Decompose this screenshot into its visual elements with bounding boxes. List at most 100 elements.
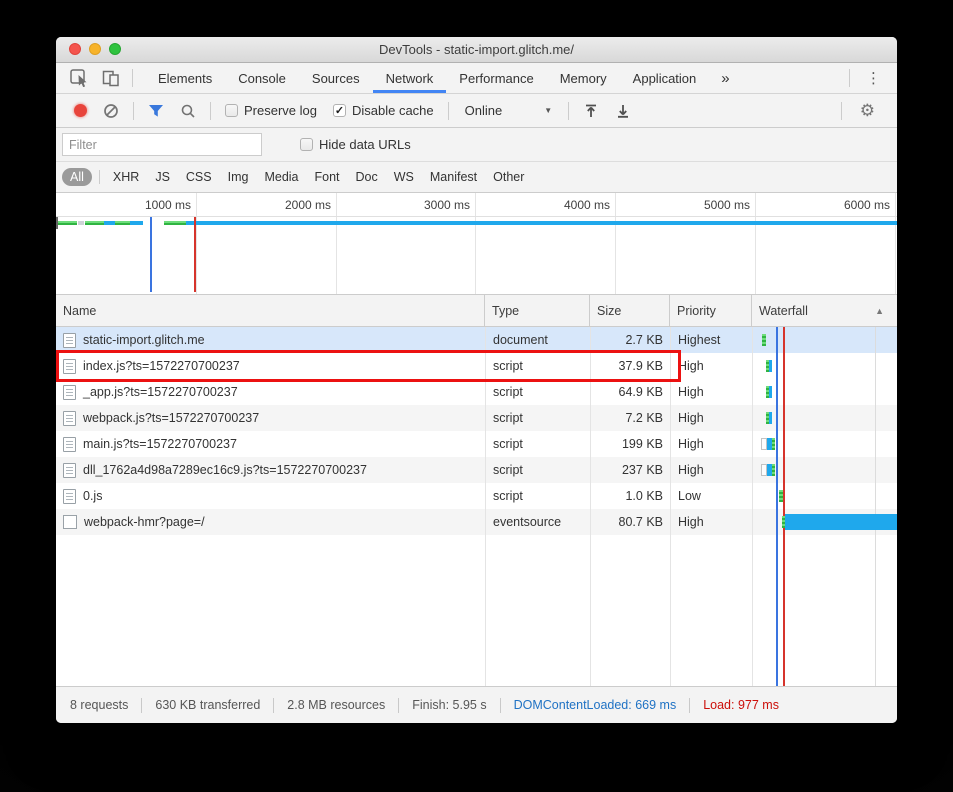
document-icon [63, 410, 76, 426]
requests-table-header: Name Type Size Priority Waterfall ▲ [56, 295, 897, 327]
network-request-row[interactable]: static-import.glitch.me document 2.7 KB Hig… [56, 327, 897, 353]
request-priority-cell: High [678, 359, 704, 373]
filter-pill-js[interactable]: JS [147, 168, 178, 186]
network-request-row[interactable]: dll_1762a4d98a7289ec16c9.js?ts=157227070… [56, 457, 897, 483]
request-size-cell: 37.9 KB [618, 359, 663, 373]
filter-pill-media[interactable]: Media [256, 168, 306, 186]
column-header-type[interactable]: Type [485, 295, 590, 326]
load-event-line [194, 217, 196, 292]
filter-pill-all[interactable]: All [62, 168, 92, 186]
device-toolbar-icon [102, 70, 119, 86]
timeline-tick-label: 1000 ms [144, 198, 191, 212]
column-header-waterfall[interactable]: Waterfall ▲ [752, 295, 897, 326]
filter-pill-manifest[interactable]: Manifest [422, 168, 485, 186]
pill-separator [98, 170, 100, 184]
filter-pill-other[interactable]: Other [485, 168, 532, 186]
tab-application[interactable]: Application [620, 63, 710, 93]
more-tabs-button[interactable]: » [709, 70, 741, 87]
timeline-gridline [196, 193, 197, 294]
column-header-size[interactable]: Size [590, 295, 670, 326]
record-button[interactable] [66, 94, 95, 127]
waterfall-bar [772, 464, 775, 476]
filter-input[interactable] [62, 133, 262, 156]
gear-icon: ⚙ [859, 100, 875, 121]
filter-pill-xhr[interactable]: XHR [105, 168, 147, 186]
toolbar-separator [210, 101, 211, 120]
tab-network[interactable]: Network [373, 63, 447, 93]
inspect-element-button[interactable] [64, 63, 96, 93]
request-name: _app.js?ts=1572270700237 [83, 385, 238, 399]
timeline-tick-label: 3000 ms [423, 198, 470, 212]
request-name-cell: 0.js [56, 483, 485, 509]
toolbar-separator [132, 69, 133, 87]
device-toolbar-button[interactable] [96, 63, 126, 93]
filter-pill-ws[interactable]: WS [386, 168, 422, 186]
filter-pill-font[interactable]: Font [307, 168, 348, 186]
status-separator [689, 697, 691, 713]
tab-elements[interactable]: Elements [145, 63, 225, 93]
network-request-row[interactable]: main.js?ts=1572270700237 script 199 KB High [56, 431, 897, 457]
window-titlebar[interactable]: DevTools - static-import.glitch.me/ [56, 37, 897, 63]
toolbar-separator [849, 69, 850, 87]
chevron-down-icon: ▼ [544, 106, 553, 115]
zoom-window-button[interactable] [109, 43, 121, 55]
column-header-name[interactable]: Name [56, 295, 485, 326]
status-separator [499, 697, 501, 713]
network-request-row[interactable]: 0.js script 1.0 KB Low [56, 483, 897, 509]
column-divider [670, 327, 671, 686]
export-har-button[interactable] [607, 94, 639, 127]
filter-toggle-button[interactable] [140, 94, 172, 127]
network-toolbar: Preserve log Disable cache Online ▼ [56, 94, 897, 128]
close-window-button[interactable] [69, 43, 81, 55]
devtools-window: DevTools - static-import.glitch.me/ Elem… [56, 37, 897, 723]
filter-pill-doc[interactable]: Doc [348, 168, 386, 186]
document-icon [63, 384, 76, 400]
request-name-cell: webpack.js?ts=1572270700237 [56, 405, 485, 431]
waterfall-bar [785, 514, 897, 530]
import-har-button[interactable] [575, 94, 607, 127]
status-separator [398, 697, 400, 713]
clear-button[interactable] [95, 94, 127, 127]
tab-console[interactable]: Console [225, 63, 299, 93]
throttling-dropdown[interactable]: Online ▼ [455, 103, 563, 118]
timeline-gridline [615, 193, 616, 294]
load-event-line [783, 327, 785, 686]
clear-icon [104, 103, 118, 118]
waterfall-gridline [875, 327, 876, 686]
column-header-priority[interactable]: Priority [670, 295, 752, 326]
timeline-gridline [475, 193, 476, 294]
timeline-tick-label: 6000 ms [843, 198, 890, 212]
toolbar-separator [568, 101, 570, 120]
hide-data-urls-checkbox[interactable]: Hide data URLs [292, 137, 419, 152]
network-request-row[interactable]: webpack.js?ts=1572270700237 script 7.2 KB H… [56, 405, 897, 431]
tab-sources[interactable]: Sources [299, 63, 373, 93]
document-icon [63, 462, 76, 478]
search-button[interactable] [172, 94, 204, 127]
document-icon [63, 358, 76, 374]
tab-memory[interactable]: Memory [547, 63, 620, 93]
preserve-log-checkbox[interactable]: Preserve log [217, 103, 325, 118]
filter-pill-css[interactable]: CSS [178, 168, 220, 186]
column-divider [485, 327, 486, 686]
request-type-cell: script [493, 411, 523, 425]
status-item: 8 requests [70, 698, 129, 712]
network-request-row[interactable]: index.js?ts=1572270700237 script 37.9 KB Hi… [56, 353, 897, 379]
tab-performance[interactable]: Performance [446, 63, 546, 93]
filter-pill-img[interactable]: Img [220, 168, 257, 186]
settings-button[interactable]: ⚙ [848, 94, 887, 127]
disable-cache-checkbox[interactable]: Disable cache [325, 103, 442, 118]
request-name-cell: _app.js?ts=1572270700237 [56, 379, 485, 405]
checkbox-icon [332, 104, 346, 117]
request-priority-cell: High [678, 515, 704, 529]
waterfall-bar [762, 334, 766, 346]
timeline-gridline [755, 193, 756, 294]
minimize-window-button[interactable] [89, 43, 101, 55]
inspect-cursor-icon [70, 69, 87, 87]
network-request-row[interactable]: _app.js?ts=1572270700237 script 64.9 KB Hig… [56, 379, 897, 405]
devtools-menu-button[interactable]: ⋮ [856, 69, 891, 87]
network-request-row[interactable]: webpack-hmr?page=/ eventsource 80.7 KB High [56, 509, 897, 535]
domcontentloaded-line [776, 327, 778, 686]
request-name-cell: dll_1762a4d98a7289ec16c9.js?ts=157227070… [56, 457, 485, 483]
window-title: DevTools - static-import.glitch.me/ [378, 42, 575, 57]
network-overview-timeline[interactable]: 1000 ms 2000 ms 3000 ms 4000 ms 5000 ms 6000 … [56, 193, 897, 295]
